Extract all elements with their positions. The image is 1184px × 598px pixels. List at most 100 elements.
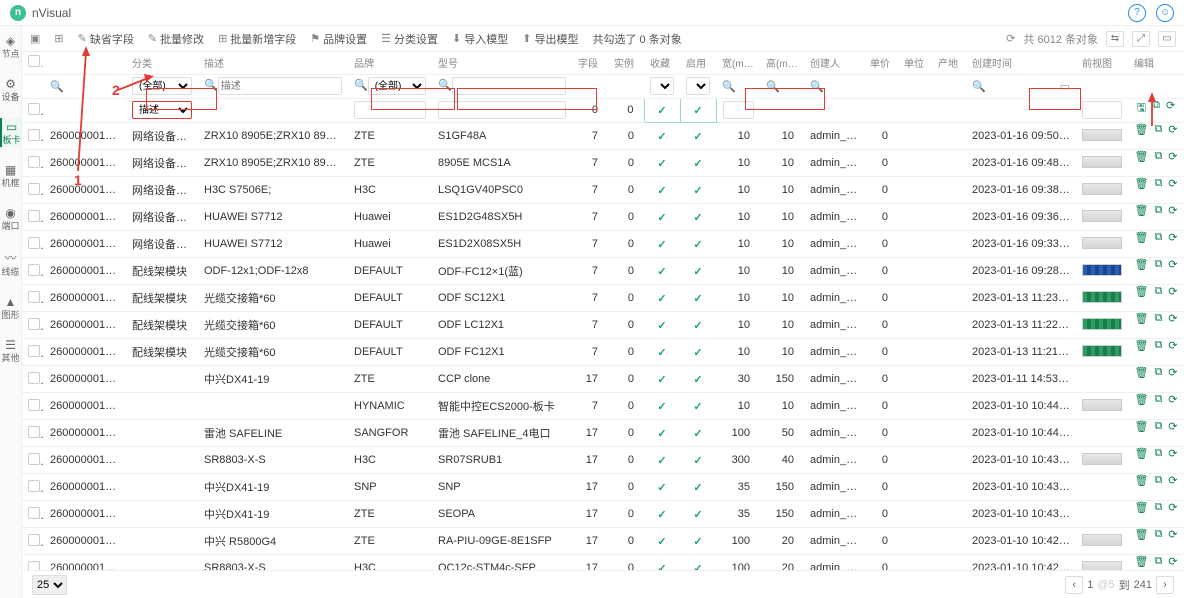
- cell-fav[interactable]: ✓: [644, 258, 680, 285]
- copy-icon[interactable]: ⧉: [1154, 447, 1162, 473]
- delete-icon[interactable]: 🗑: [1134, 312, 1148, 338]
- cell-fav[interactable]: ✓: [644, 555, 680, 571]
- copy-icon[interactable]: ⧉: [1154, 555, 1162, 571]
- copy-icon[interactable]: ⧉: [1154, 204, 1162, 230]
- delete-icon[interactable]: 🗑: [1134, 285, 1148, 311]
- refresh-row-icon[interactable]: ⟳: [1168, 474, 1177, 500]
- prev-page[interactable]: ‹: [1065, 576, 1083, 594]
- delete-icon[interactable]: 🗑: [1134, 150, 1148, 176]
- col-12[interactable]: 创建人: [804, 52, 864, 74]
- cell-en[interactable]: ✓: [680, 204, 716, 231]
- row-checkbox[interactable]: [28, 534, 40, 546]
- col-10[interactable]: 宽(mm): [716, 52, 760, 74]
- cell-fav[interactable]: ✓: [644, 528, 680, 555]
- cell-en[interactable]: ✓: [680, 150, 716, 177]
- toolbar-btn-3[interactable]: ⚑品牌设置: [310, 31, 367, 47]
- new-button[interactable]: ⊞: [54, 32, 63, 45]
- col-13[interactable]: 单价: [864, 52, 898, 74]
- sidebar-item-4[interactable]: ◉端口: [0, 204, 21, 233]
- filter-model[interactable]: [452, 77, 566, 95]
- cell-fav[interactable]: ✓: [644, 123, 680, 150]
- col-9[interactable]: 启用: [680, 52, 716, 74]
- cell-en[interactable]: ✓: [680, 339, 716, 366]
- row-checkbox[interactable]: [28, 264, 40, 276]
- row-checkbox[interactable]: [28, 291, 40, 303]
- copy-icon[interactable]: ⧉: [1154, 339, 1162, 365]
- sidebar-item-3[interactable]: ▦机框: [0, 161, 21, 190]
- col-5[interactable]: 型号: [432, 52, 572, 74]
- refresh-row-icon[interactable]: ⟳: [1168, 447, 1177, 473]
- toolbar-btn-1[interactable]: ✎批量修改: [148, 31, 204, 47]
- refresh-row-icon[interactable]: ⟳: [1168, 420, 1177, 446]
- filter-brand[interactable]: (全部): [368, 77, 426, 95]
- page-size[interactable]: 25: [32, 575, 67, 595]
- row-checkbox[interactable]: [28, 237, 40, 249]
- refresh-row-icon[interactable]: ⟳: [1168, 204, 1177, 230]
- col-15[interactable]: 产地: [932, 52, 966, 74]
- edit-thumb[interactable]: [1082, 101, 1122, 119]
- filter-fav[interactable]: (全...: [650, 77, 674, 95]
- table-row[interactable]: 26000000133149SR8803-X-SH3CSR07SRUB1170✓…: [22, 447, 1184, 474]
- cell-en[interactable]: ✓: [680, 393, 716, 420]
- copy-icon[interactable]: ⧉: [1154, 231, 1162, 257]
- refresh-row-icon[interactable]: ⟳: [1168, 555, 1177, 571]
- refresh-row-icon[interactable]: ⟳: [1168, 393, 1177, 419]
- copy-icon[interactable]: ⧉: [1154, 285, 1162, 311]
- table-row[interactable]: 26000000133158配线架模块ODF-12x1;ODF-12x8DEFA…: [22, 258, 1184, 285]
- cell-fav[interactable]: ✓: [644, 177, 680, 204]
- row-checkbox[interactable]: [28, 103, 40, 115]
- table-row[interactable]: 26000000133148中兴DX41-19SNPSNP170✓✓35150a…: [22, 474, 1184, 501]
- table-row[interactable]: 26000000133159网络设备模块HUAWEI S7712HuaweiES…: [22, 231, 1184, 258]
- more-row-icon[interactable]: ⟳: [1166, 99, 1175, 122]
- cell-fav[interactable]: ✓: [644, 420, 680, 447]
- cell-fav[interactable]: ✓: [644, 501, 680, 528]
- cell-fav[interactable]: ✓: [644, 447, 680, 474]
- row-checkbox[interactable]: [28, 210, 40, 222]
- cell-fav[interactable]: ✓: [644, 150, 680, 177]
- edit-model[interactable]: [438, 101, 566, 119]
- col-16[interactable]: 创建时间: [966, 52, 1076, 74]
- delete-icon[interactable]: 🗑: [1134, 258, 1148, 284]
- refresh-row-icon[interactable]: ⟳: [1168, 339, 1177, 365]
- row-checkbox[interactable]: [28, 183, 40, 195]
- copy-icon[interactable]: ⧉: [1154, 528, 1162, 554]
- copy-icon[interactable]: ⧉: [1154, 123, 1162, 149]
- row-checkbox[interactable]: [28, 372, 40, 384]
- delete-icon[interactable]: 🗑: [1134, 447, 1148, 473]
- row-checkbox[interactable]: [28, 480, 40, 492]
- cell-en[interactable]: ✓: [680, 366, 716, 393]
- refresh-row-icon[interactable]: ⟳: [1168, 123, 1177, 149]
- select-all[interactable]: [28, 55, 40, 67]
- col-1[interactable]: [44, 52, 126, 74]
- sidebar-item-0[interactable]: ◈节点: [0, 32, 21, 61]
- col-8[interactable]: 收藏: [644, 52, 680, 74]
- add-button[interactable]: ▣: [30, 32, 40, 45]
- copy-icon[interactable]: ⧉: [1154, 366, 1162, 392]
- toolbar-btn-6[interactable]: ⬆导出模型: [522, 31, 578, 47]
- table-row[interactable]: 26000000133163网络设备模块ZRX10 8905E;ZRX10 89…: [22, 150, 1184, 177]
- copy-icon[interactable]: ⧉: [1154, 474, 1162, 500]
- copy-icon[interactable]: ⧉: [1154, 420, 1162, 446]
- sidebar-item-1[interactable]: ⚙设备: [0, 75, 21, 104]
- sidebar-item-7[interactable]: ☰其他: [0, 336, 21, 365]
- table-row[interactable]: 26000000133145SR8803-X-SH3COC12c-STM4c-S…: [22, 555, 1184, 571]
- toolbar-extra-2[interactable]: ⤢: [1132, 31, 1150, 47]
- row-checkbox[interactable]: [28, 156, 40, 168]
- col-7[interactable]: 实例: [608, 52, 644, 74]
- refresh-row-icon[interactable]: ⟳: [1168, 177, 1177, 203]
- filter-desc[interactable]: [218, 77, 342, 95]
- row-checkbox[interactable]: [28, 318, 40, 330]
- cell-en[interactable]: ✓: [680, 258, 716, 285]
- table-row[interactable]: 26000000133155配线架模块光缆交接箱*60DEFAULTODF FC…: [22, 339, 1184, 366]
- row-checkbox[interactable]: [28, 345, 40, 357]
- delete-icon[interactable]: 🗑: [1134, 528, 1148, 554]
- delete-icon[interactable]: 🗑: [1134, 231, 1148, 257]
- edit-category[interactable]: 描述: [132, 101, 192, 119]
- cell-fav[interactable]: ✓: [644, 339, 680, 366]
- cell-fav[interactable]: ✓: [644, 285, 680, 312]
- copy-icon[interactable]: ⧉: [1154, 150, 1162, 176]
- table-row[interactable]: 26000000133161网络设备模块H3C S7506E;H3CLSQ1GV…: [22, 177, 1184, 204]
- cell-en[interactable]: ✓: [680, 177, 716, 204]
- col-6[interactable]: 字段: [572, 52, 608, 74]
- cell-fav[interactable]: ✓: [644, 204, 680, 231]
